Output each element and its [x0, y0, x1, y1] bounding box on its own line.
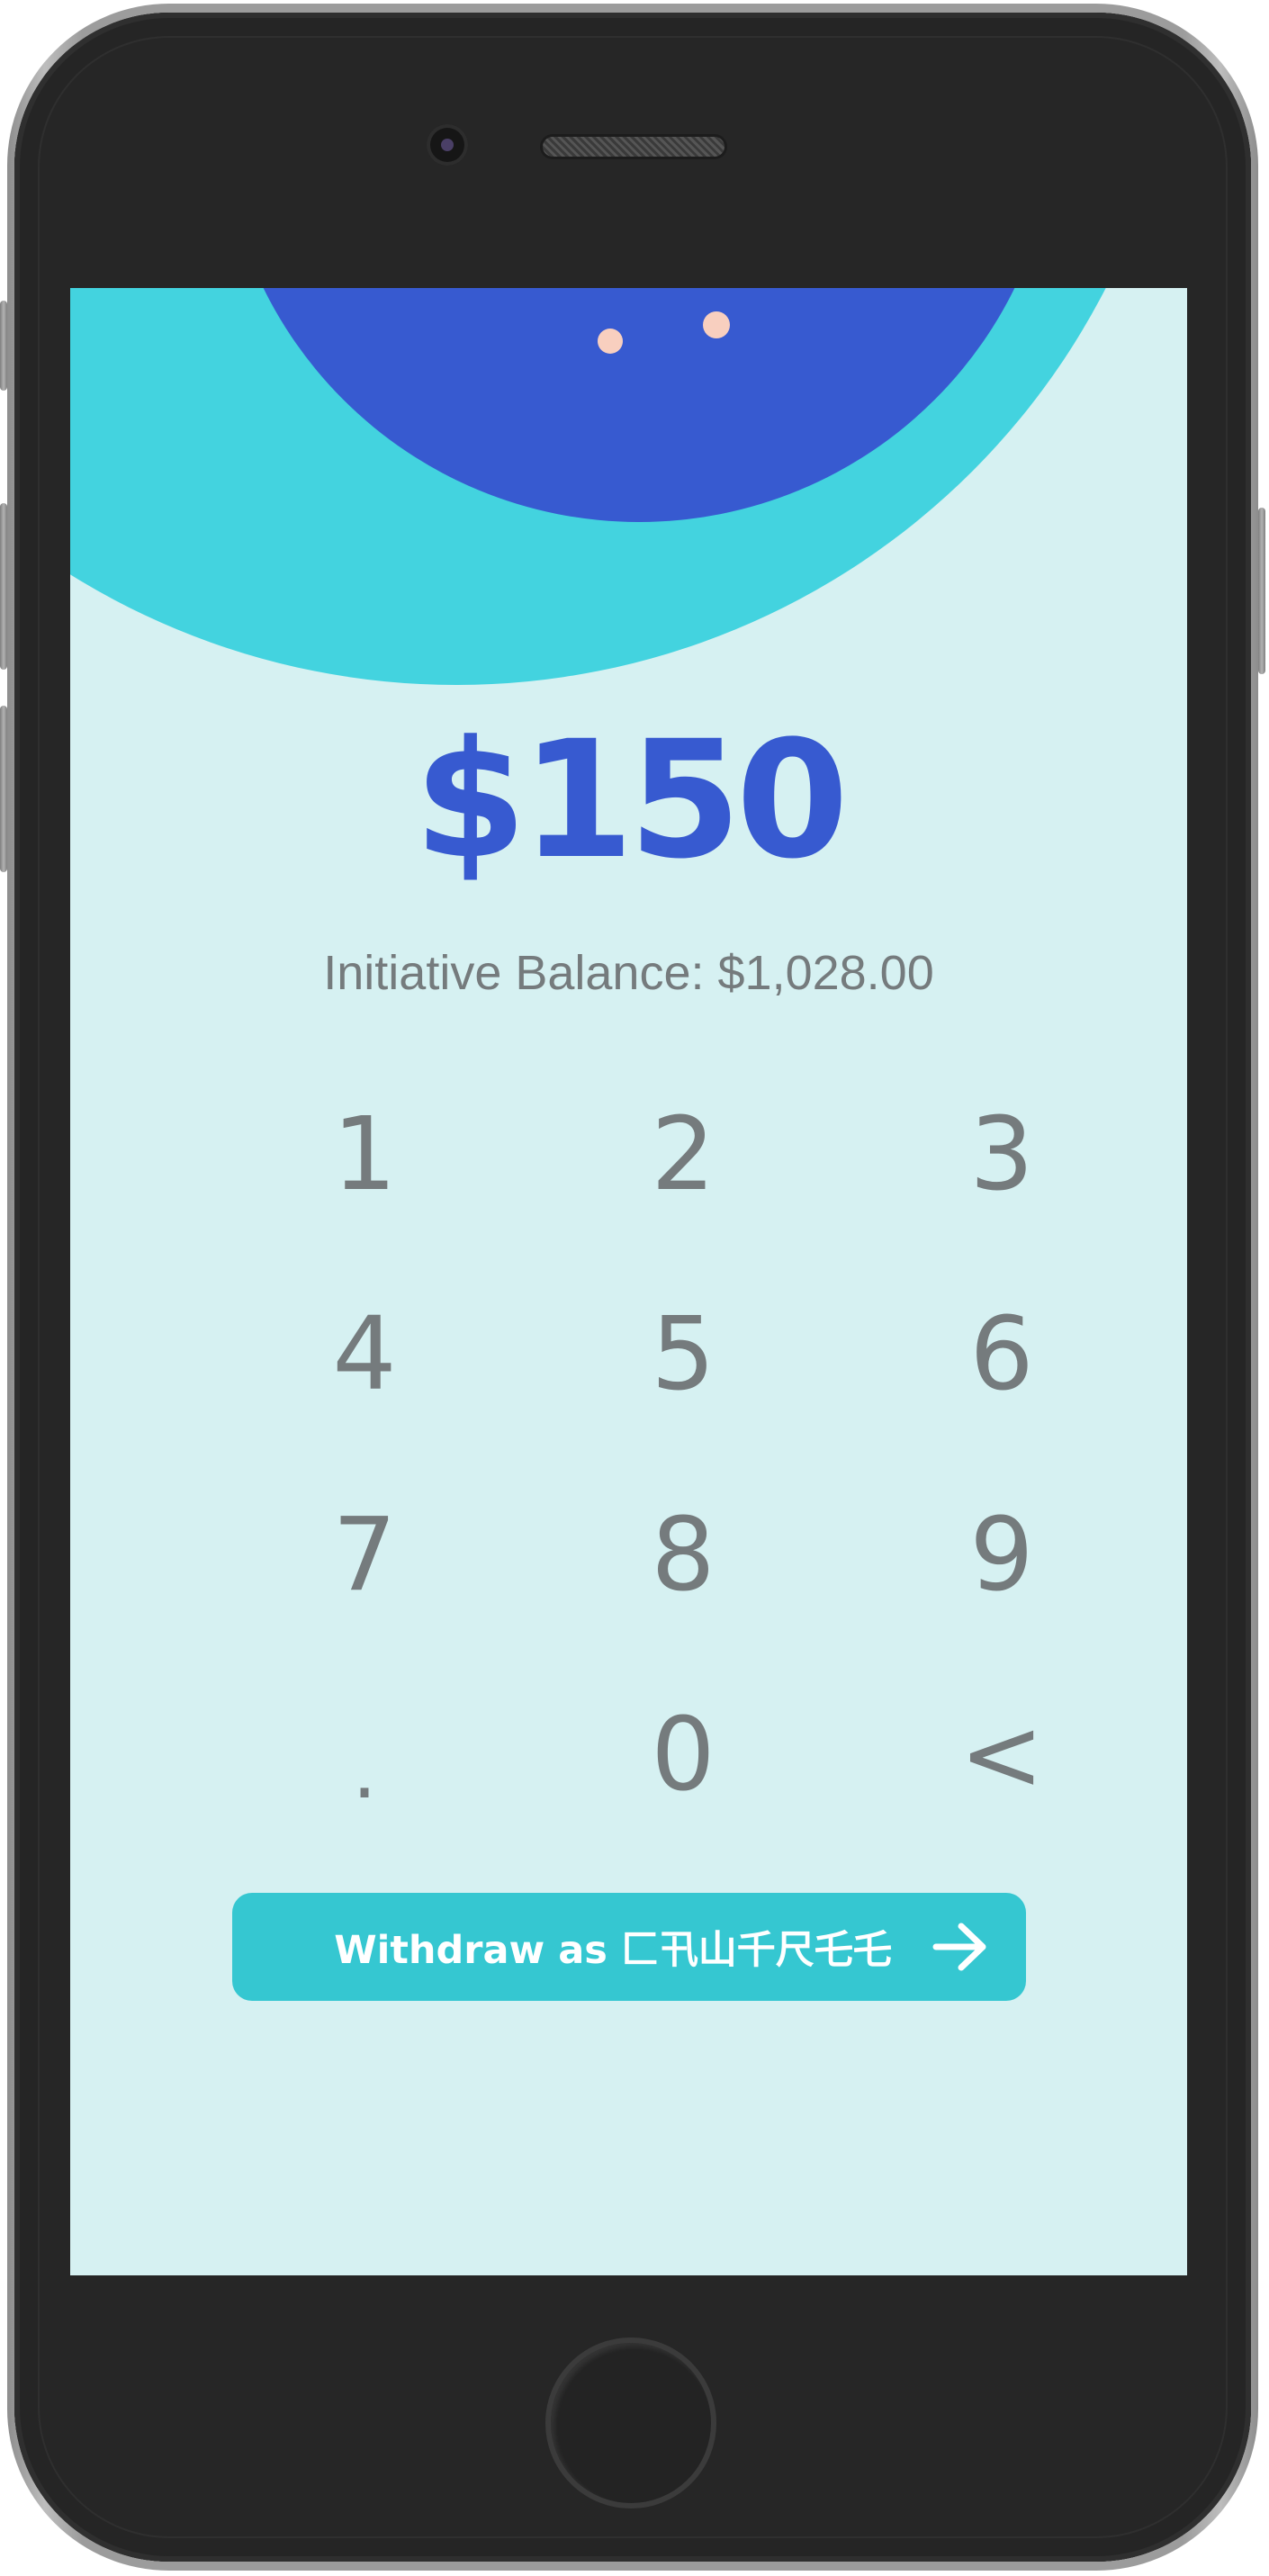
initiative-balance: Initiative Balance: $1,028.00 — [323, 946, 934, 1000]
keypad-key-0[interactable]: 0 — [524, 1658, 842, 1858]
keypad-key-label: . — [352, 1725, 377, 1816]
volume-up-button — [0, 503, 7, 670]
hero-dot-right — [703, 311, 730, 338]
arrow-right-icon-path — [932, 1923, 986, 1971]
keypad-key-5[interactable]: 5 — [524, 1257, 842, 1457]
keypad-key-label: 8 — [651, 1496, 716, 1614]
keypad-key-label: 0 — [651, 1696, 716, 1814]
keypad-key-7[interactable]: 7 — [205, 1458, 524, 1658]
keypad-key-backspace[interactable]: < — [842, 1658, 1161, 1858]
keypad-key-3[interactable]: 3 — [842, 1058, 1161, 1257]
withdraw-amount: $150 — [414, 707, 849, 895]
keypad-key-4[interactable]: 4 — [205, 1257, 524, 1457]
power-button — [1258, 508, 1265, 674]
keypad-key-8[interactable]: 8 — [524, 1458, 842, 1658]
arrow-right-icon — [932, 1923, 986, 1971]
keypad-key-label: 1 — [332, 1096, 397, 1214]
hero-illustration — [70, 288, 1106, 685]
hero-dot-left — [598, 329, 623, 354]
keypad-key-label: 2 — [651, 1096, 716, 1214]
front-camera-icon — [427, 124, 468, 166]
app-screen: $150 Initiative Balance: $1,028.00 1 2 3… — [70, 288, 1187, 2275]
keypad-key-label: 4 — [332, 1296, 397, 1414]
keypad-key-decimal[interactable]: . — [205, 1658, 524, 1858]
withdraw-button-label: Withdraw as 匚卂山千尺乇乇 — [334, 1928, 892, 1973]
keypad-key-1[interactable]: 1 — [205, 1058, 524, 1257]
home-button[interactable] — [545, 2337, 716, 2508]
withdraw-button[interactable]: Withdraw as 匚卂山千尺乇乇 — [232, 1893, 1026, 2001]
volume-down-button — [0, 706, 7, 872]
keypad-key-label: 5 — [651, 1296, 716, 1414]
keypad-key-6[interactable]: 6 — [842, 1257, 1161, 1457]
keypad-key-9[interactable]: 9 — [842, 1458, 1161, 1658]
number-keypad: 1 2 3 4 5 6 7 8 9 . 0 < — [205, 1058, 1161, 1858]
keypad-key-label: 7 — [332, 1496, 397, 1614]
earpiece-speaker — [543, 137, 724, 157]
mute-switch — [0, 301, 7, 391]
keypad-key-2[interactable]: 2 — [524, 1058, 842, 1257]
keypad-key-label: 6 — [969, 1296, 1034, 1414]
keypad-key-label: < — [959, 1696, 1044, 1814]
keypad-key-label: 3 — [969, 1096, 1034, 1214]
keypad-key-label: 9 — [969, 1496, 1034, 1614]
